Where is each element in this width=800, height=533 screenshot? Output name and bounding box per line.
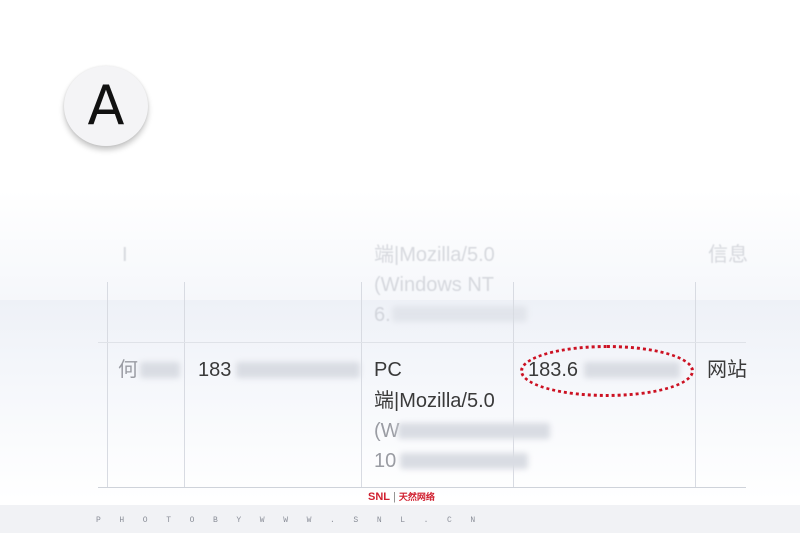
badge-letter: A — [87, 74, 125, 137]
data-cell-col3-line4: 10 — [374, 450, 397, 472]
column-divider — [107, 282, 108, 487]
redacted-text — [236, 362, 360, 378]
row-divider — [98, 342, 746, 343]
header-cell-col1: I — [122, 244, 128, 266]
redacted-text — [140, 362, 180, 378]
data-cell-col3-line3: (W — [374, 420, 400, 442]
data-cell-col3-line2: 端|Mozilla/5.0 — [374, 390, 495, 412]
header-cell-col5: 信息 — [708, 244, 748, 266]
data-cell-col2: 183 — [198, 359, 232, 381]
column-divider — [184, 282, 185, 487]
header-cell-col3-line1: 端|Mozilla/5.0 — [374, 244, 495, 266]
header-cell-col3-line2: (Windows NT — [374, 274, 495, 296]
data-cell-col1: 何 — [118, 359, 138, 381]
label-badge: A — [64, 66, 148, 146]
watermark-text: P H O T O B Y W W W . S N L . C N — [96, 516, 483, 525]
footer-divider — [98, 487, 746, 488]
snl-logo: SNL | 天然网络 — [368, 491, 435, 503]
data-cell-col5: 网站 — [707, 359, 747, 381]
screenshot-photo: A I 端|Mozilla/5.0 (Windows NT 6. 信息 何 18… — [0, 0, 800, 533]
data-cell-col3-line1: PC — [374, 359, 402, 381]
logo-brand: SNL — [368, 491, 390, 503]
redacted-text — [398, 423, 550, 439]
highlight-ellipse — [520, 345, 694, 397]
redacted-text — [400, 453, 528, 469]
logo-cn: 天然网络 — [398, 492, 435, 502]
redacted-text — [392, 306, 527, 322]
column-divider — [361, 282, 362, 487]
column-divider — [695, 282, 696, 487]
header-cell-col3-line3: 6. — [374, 304, 391, 326]
